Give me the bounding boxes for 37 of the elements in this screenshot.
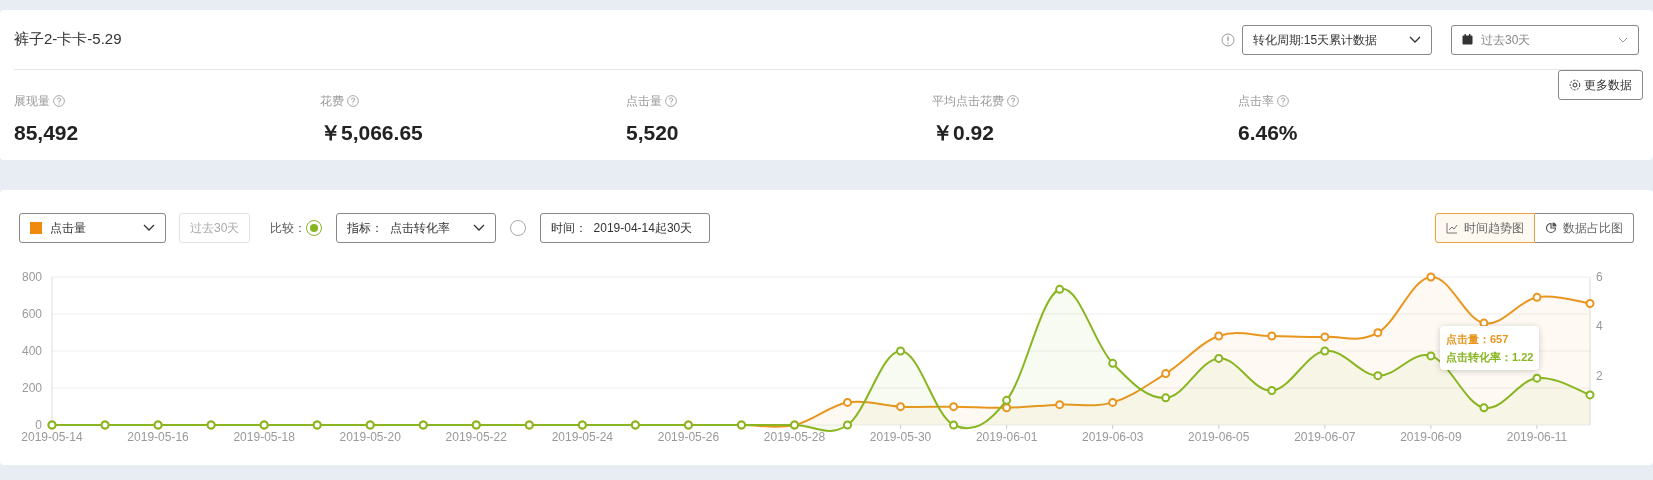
axis-tick-label: 2019-06-09 bbox=[1400, 430, 1462, 444]
metric-label: 点击量 bbox=[626, 93, 662, 110]
axis-tick-label: 2019-05-30 bbox=[869, 430, 932, 444]
axis-tick-label: 600 bbox=[21, 307, 42, 321]
axis-tick-label: 2019-05-18 bbox=[233, 430, 295, 444]
axis-tick-label: 2019-05-26 bbox=[657, 430, 720, 444]
axis-tick-label: 800 bbox=[21, 270, 42, 284]
axis-tick-label: 2 bbox=[1596, 368, 1603, 383]
metric-label: 花费 bbox=[320, 93, 344, 110]
axis-tick-label: 2019-06-05 bbox=[1188, 430, 1250, 444]
metric-label: 平均点击花费 bbox=[932, 93, 1004, 110]
axis-tick-label: 2019-05-14 bbox=[21, 430, 83, 444]
metric-value: 6.46% bbox=[1238, 119, 1299, 146]
axis-tick-label: 2019-05-22 bbox=[445, 430, 507, 444]
compare-label: 比较： bbox=[269, 220, 306, 237]
report-title: 裤子2-卡卡-5.29 bbox=[14, 29, 122, 50]
axis-tick-label: 4 bbox=[1596, 319, 1603, 334]
metric-value: ￥5,066.65 bbox=[320, 119, 424, 146]
axis-tick-label: 2019-06-01 bbox=[975, 430, 1038, 444]
metric-value: 5,520 bbox=[626, 119, 680, 146]
axis-tick-label: 6 bbox=[1596, 270, 1603, 284]
axis-tick-label: 2019-05-24 bbox=[551, 430, 614, 444]
axis-tick-label: 0 bbox=[35, 418, 42, 432]
axis-tick-label: 2019-05-20 bbox=[339, 430, 401, 444]
axis-tick-label: 2019-05-16 bbox=[127, 430, 189, 444]
metric-value: 85,492 bbox=[14, 119, 80, 146]
axis-tick-label: 200 bbox=[21, 381, 42, 395]
axis-tick-label: 400 bbox=[21, 344, 42, 358]
metric-label: 展现量 bbox=[14, 93, 50, 110]
metric-value: ￥0.92 bbox=[932, 119, 995, 146]
axis-tick-label: 2019-06-03 bbox=[1082, 430, 1144, 444]
tooltip-line: 点击转化率：1.22 bbox=[1446, 350, 1534, 365]
axis-tick-label: 2019-05-28 bbox=[763, 430, 826, 444]
axis-tick-label: 2019-06-11 bbox=[1506, 430, 1568, 444]
tooltip-line: 点击量：657 bbox=[1446, 332, 1509, 347]
metric-label: 点击率 bbox=[1238, 93, 1274, 110]
axis-tick-label: 2019-06-07 bbox=[1294, 430, 1356, 444]
